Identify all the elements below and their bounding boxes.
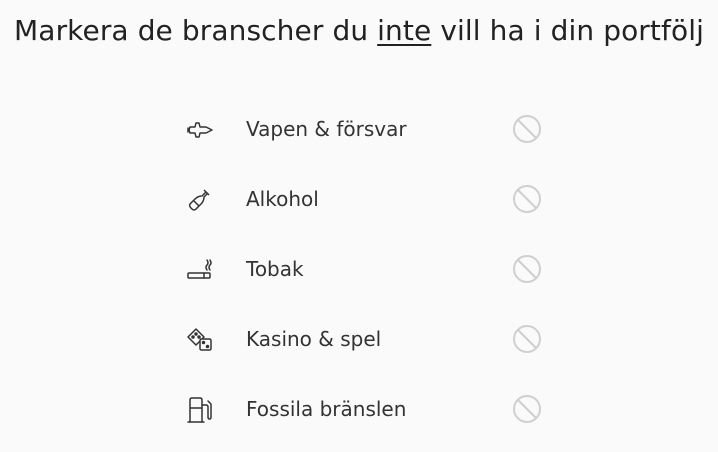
title-text-before: Markera de branscher du <box>14 14 378 47</box>
exclude-toggle[interactable] <box>511 253 543 285</box>
industry-row-alcohol[interactable]: Alkohol <box>0 165 718 235</box>
industry-row-gambling[interactable]: Kasino & spel <box>0 305 718 375</box>
industry-label: Vapen & försvar <box>246 117 407 141</box>
industry-row-tobacco[interactable]: Tobak <box>0 235 718 305</box>
title-emphasis: inte <box>377 14 432 47</box>
title-text-after: vill ha i din portfölj <box>431 14 704 47</box>
industry-label: Tobak <box>246 257 304 281</box>
exclude-toggle[interactable] <box>511 393 543 425</box>
block-icon <box>513 255 541 283</box>
industry-label: Alkohol <box>246 187 319 211</box>
block-icon <box>513 325 541 353</box>
exclude-toggle[interactable] <box>511 113 543 145</box>
fighter-jet-icon <box>185 115 215 145</box>
cigarette-icon <box>185 255 215 285</box>
block-icon <box>513 185 541 213</box>
block-icon <box>513 115 541 143</box>
industry-list: Vapen & försvar Alkohol Tobak Kasino & s… <box>0 95 718 445</box>
page-title: Markera de branscher du inte vill ha i d… <box>0 14 718 47</box>
industry-row-weapons[interactable]: Vapen & försvar <box>0 95 718 165</box>
industry-label: Fossila bränslen <box>246 397 407 421</box>
dice-icon <box>185 325 215 355</box>
block-icon <box>513 395 541 423</box>
industry-row-fossil-fuels[interactable]: Fossila bränslen <box>0 375 718 445</box>
exclude-toggle[interactable] <box>511 323 543 355</box>
fuel-pump-icon <box>185 395 215 425</box>
industry-label: Kasino & spel <box>246 327 382 351</box>
bottle-icon <box>185 185 215 215</box>
exclude-toggle[interactable] <box>511 183 543 215</box>
